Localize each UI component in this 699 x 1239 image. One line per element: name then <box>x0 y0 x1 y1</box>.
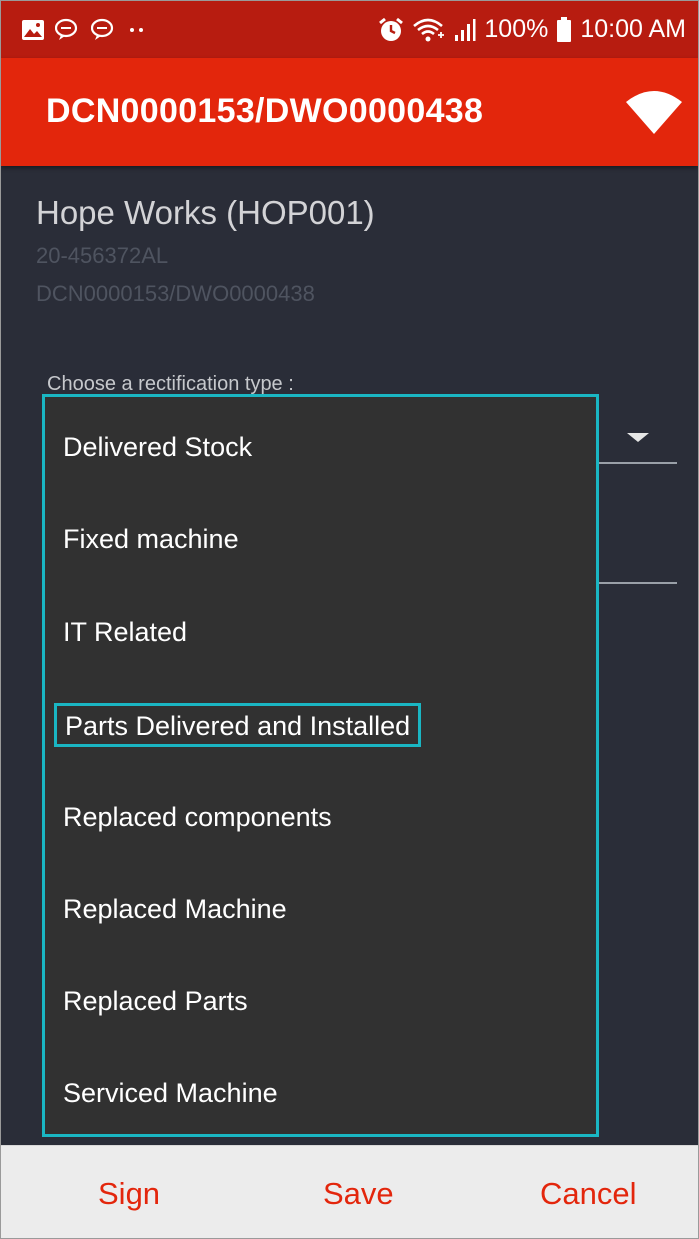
signal-icon <box>455 18 476 41</box>
status-notifications <box>1 18 147 42</box>
gallery-icon <box>22 19 44 40</box>
cancel-button[interactable]: Cancel <box>540 1176 637 1212</box>
dropdown-item-replaced-machine[interactable]: Replaced Machine <box>63 879 287 939</box>
sign-button[interactable]: Sign <box>98 1176 160 1212</box>
alarm-icon <box>379 17 404 41</box>
dropdown-item-replaced-parts[interactable]: Replaced Parts <box>63 971 248 1031</box>
dropdown-item-it-related[interactable]: IT Related <box>63 602 187 662</box>
spinner-underline <box>593 462 677 464</box>
status-system: 100% 10:00 AM <box>378 15 698 44</box>
dropdown-item-replaced-components[interactable]: Replaced components <box>63 787 332 847</box>
job-reference: DCN0000153/DWO0000438 <box>36 281 315 306</box>
chat-icon <box>91 18 114 40</box>
serial-number: 20-456372AL <box>36 243 169 268</box>
app-bar: DCN0000153/DWO0000438 <box>1 58 698 166</box>
chevron-down-icon[interactable] <box>627 433 649 442</box>
clock: 10:00 AM <box>580 15 686 43</box>
bottom-action-bar: Sign Save Cancel <box>1 1145 698 1238</box>
dropdown-item-delivered-stock[interactable]: Delivered Stock <box>63 417 252 477</box>
rectification-type-label: Choose a rectification type : <box>47 373 294 395</box>
page-title: DCN0000153/DWO0000438 <box>46 92 484 130</box>
wifi-icon[interactable] <box>624 86 684 136</box>
field-underline <box>593 582 677 584</box>
more-dots-icon <box>130 27 143 32</box>
save-button[interactable]: Save <box>323 1176 394 1212</box>
dropdown-item-parts-delivered-installed[interactable]: Parts Delivered and Installed <box>54 703 422 747</box>
dropdown-item-serviced-machine[interactable]: Serviced Machine <box>63 1063 278 1123</box>
rectification-type-dropdown: Delivered Stock Fixed machine IT Related… <box>42 394 599 1137</box>
battery-percent: 100% <box>484 15 549 43</box>
customer-name: Hope Works (HOP001) <box>36 194 375 231</box>
status-bar: 100% 10:00 AM <box>1 1 698 58</box>
battery-icon <box>557 16 572 42</box>
chat-icon <box>55 18 78 40</box>
screen: 100% 10:00 AM DCN0000153/DWO0000438 Hope… <box>0 0 699 1239</box>
wifi-status-icon <box>413 18 445 41</box>
dropdown-item-fixed-machine[interactable]: Fixed machine <box>63 509 239 569</box>
